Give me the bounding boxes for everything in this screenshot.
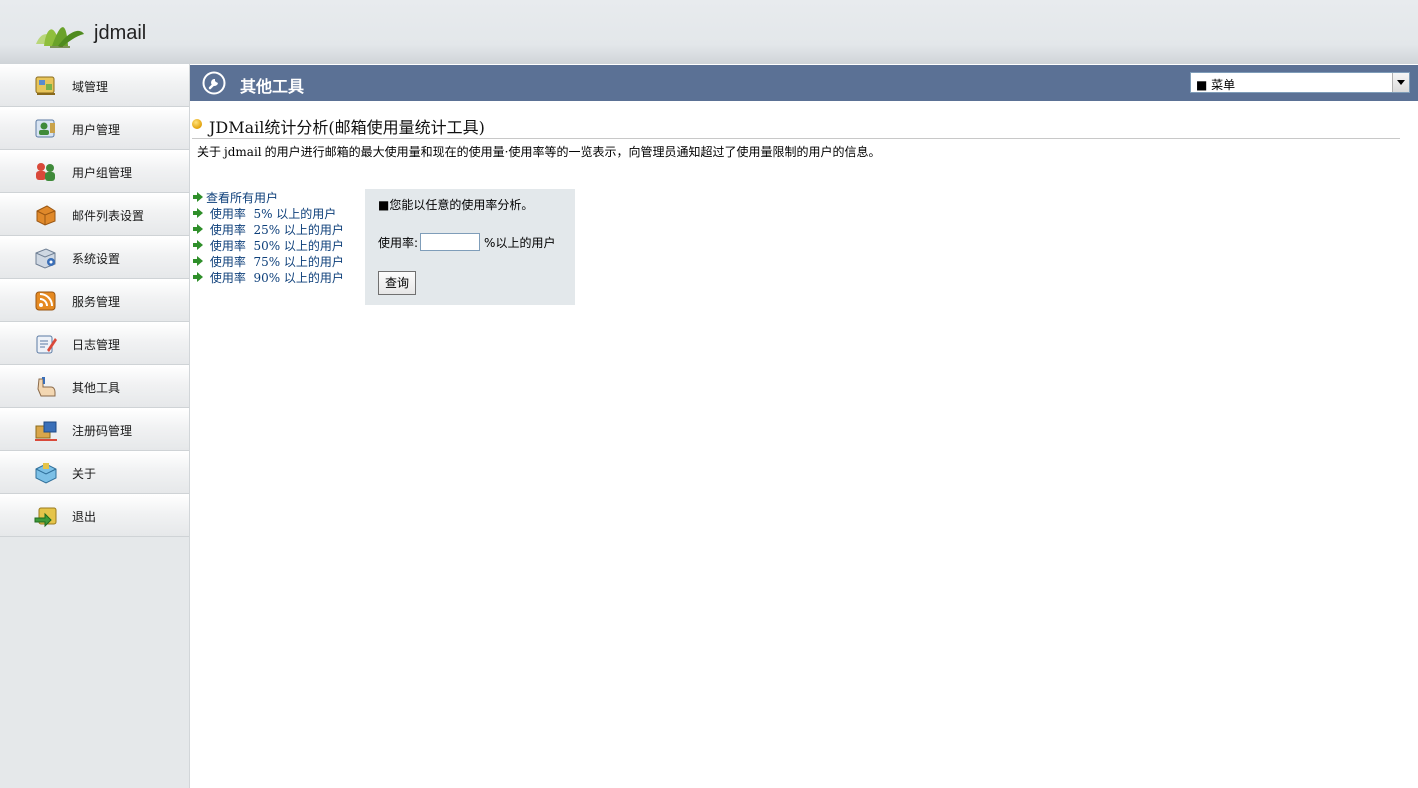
description-keyword: jdmail	[224, 145, 262, 159]
sidebar-item-service[interactable]: 服务管理	[0, 279, 189, 322]
top-header: jdmail	[0, 0, 1418, 64]
arrow-right-icon	[193, 272, 203, 282]
rate-input[interactable]	[420, 233, 481, 251]
service-icon	[35, 291, 56, 311]
link-usage-25[interactable]: 使用率 25% 以上的用户	[193, 221, 344, 237]
sidebar-item-label: 域管理	[72, 80, 109, 94]
user-icon	[35, 119, 55, 138]
sidebar-item-system-settings[interactable]: 系统设置	[0, 236, 189, 279]
sidebar-item-registration[interactable]: 注册码管理	[0, 408, 189, 451]
sidebar-item-log[interactable]: 日志管理	[0, 322, 189, 365]
link-all-users[interactable]: 查看所有用户	[193, 189, 344, 205]
sidebar-item-label: 退出	[72, 510, 97, 524]
sidebar-item-logout[interactable]: 退出	[0, 494, 189, 537]
page-title: 其他工具	[240, 77, 305, 96]
menu-dropdown-value: ■ 菜单	[1196, 78, 1236, 92]
rate-suffix: %以上的用户	[484, 235, 556, 250]
sidebar-item-label: 邮件列表设置	[72, 209, 145, 223]
link-text[interactable]: 使用率 5% 以上的用户	[206, 205, 336, 222]
sidebar-item-label: 服务管理	[72, 295, 121, 309]
description-suffix: 的用户进行邮箱的最大使用量和现在的使用量·使用率等的一览表示，向管理员通知超过了…	[264, 145, 881, 159]
leaf-logo-icon	[36, 27, 84, 48]
page-titlebar: 其他工具 ■ 菜单	[190, 65, 1418, 101]
custom-rate-panel: ■您能以任意的使用率分析。 使用率: %以上的用户 查询	[365, 189, 575, 305]
section-header: JDMail统计分析(邮箱使用量统计工具)	[192, 114, 1400, 139]
wrench-icon	[202, 71, 226, 95]
logout-icon	[34, 507, 57, 528]
panel-heading: ■您能以任意的使用率分析。	[378, 198, 534, 212]
arrow-right-icon	[193, 224, 203, 234]
bullet-icon	[192, 119, 202, 129]
sidebar-item-user-groups[interactable]: 用户组管理	[0, 150, 189, 193]
sidebar-item-domain[interactable]: 域管理	[0, 64, 189, 107]
arrow-right-icon	[193, 256, 203, 266]
link-text[interactable]: 使用率 50% 以上的用户	[206, 237, 344, 254]
description: 关于 jdmail 的用户进行邮箱的最大使用量和现在的使用量·使用率等的一览表示，向…	[197, 143, 880, 160]
link-usage-75[interactable]: 使用率 75% 以上的用户	[193, 253, 344, 269]
sidebar-item-about[interactable]: 关于	[0, 451, 189, 494]
sidebar-item-label: 注册码管理	[72, 424, 133, 438]
sidebar-item-label: 关于	[72, 467, 97, 481]
section-title: JDMail统计分析(邮箱使用量统计工具)	[209, 118, 485, 137]
description-prefix: 关于	[197, 145, 222, 159]
sidebar-item-tools[interactable]: 其他工具	[0, 365, 189, 408]
about-icon	[35, 463, 57, 484]
sidebar: 域管理 用户管理 用户组管理 邮件列表设置 系统设置 服务管理 日志管理 其他工…	[0, 64, 190, 788]
tools-icon	[37, 377, 56, 397]
sidebar-item-users[interactable]: 用户管理	[0, 107, 189, 150]
link-usage-50[interactable]: 使用率 50% 以上的用户	[193, 237, 344, 253]
rate-label: 使用率:	[378, 235, 419, 250]
usage-links: 查看所有用户 使用率 5% 以上的用户 使用率 25% 以上的用户 使用率 50…	[193, 189, 344, 285]
logo: jdmail	[30, 14, 146, 50]
rate-row: 使用率: %以上的用户	[378, 233, 555, 251]
query-button[interactable]: 查询	[378, 271, 416, 295]
sidebar-item-label: 日志管理	[72, 338, 121, 352]
link-usage-5[interactable]: 使用率 5% 以上的用户	[193, 205, 344, 221]
chevron-down-icon[interactable]	[1392, 73, 1409, 92]
link-text[interactable]: 使用率 25% 以上的用户	[206, 221, 344, 238]
link-text[interactable]: 使用率 90% 以上的用户	[206, 269, 344, 286]
domain-icon	[35, 76, 55, 95]
system-settings-icon	[35, 248, 56, 269]
menu-dropdown[interactable]: ■ 菜单	[1190, 72, 1410, 93]
logo-text: jdmail	[94, 21, 147, 44]
sidebar-item-label: 其他工具	[72, 381, 121, 395]
arrow-right-icon	[193, 208, 203, 218]
link-text[interactable]: 查看所有用户	[206, 189, 278, 206]
sidebar-item-label: 系统设置	[72, 252, 121, 266]
arrow-right-icon	[193, 240, 203, 250]
sidebar-item-label: 用户组管理	[72, 166, 133, 180]
mailing-list-icon	[36, 205, 56, 226]
sidebar-item-mailing-list[interactable]: 邮件列表设置	[0, 193, 189, 236]
arrow-right-icon	[193, 192, 203, 202]
link-text[interactable]: 使用率 75% 以上的用户	[206, 253, 344, 270]
sidebar-item-label: 用户管理	[72, 123, 121, 137]
log-icon	[36, 335, 57, 354]
link-usage-90[interactable]: 使用率 90% 以上的用户	[193, 269, 344, 285]
user-group-icon	[36, 163, 55, 181]
registration-icon	[35, 421, 57, 441]
